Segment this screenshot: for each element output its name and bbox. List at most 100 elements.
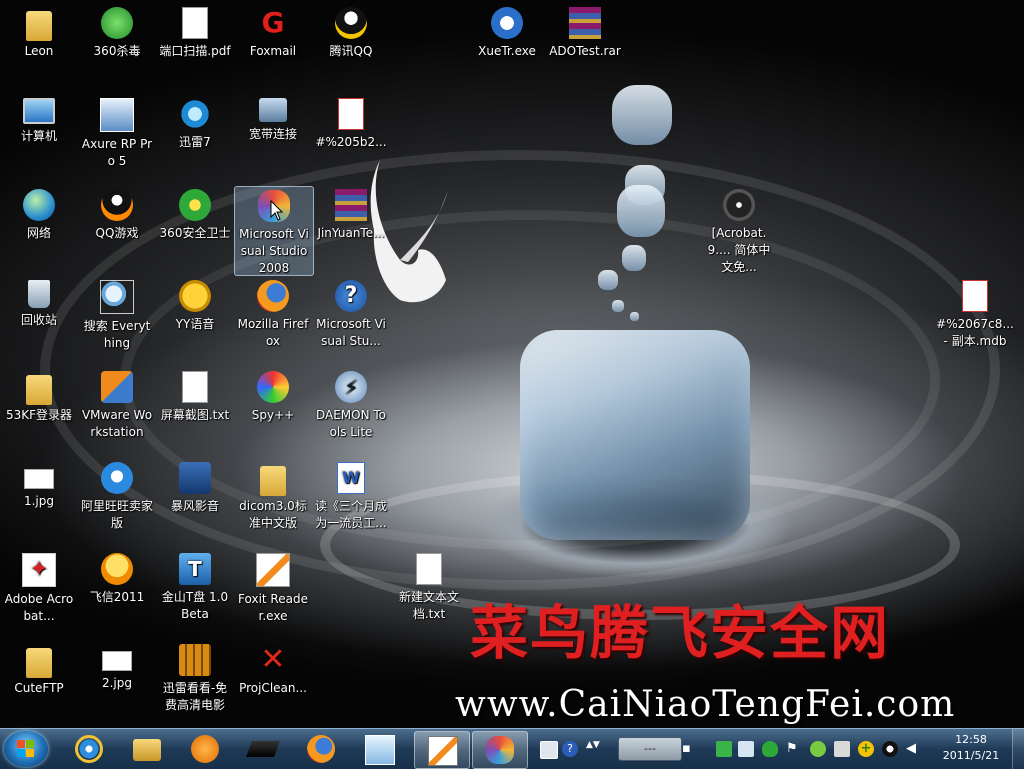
folder-icon bbox=[23, 371, 55, 405]
desktop-icon-port-scan-pdf[interactable]: 端口扫描.pdf bbox=[156, 4, 234, 90]
yy-tray-icon[interactable] bbox=[834, 741, 850, 757]
icon-label: [Acrobat.9.... 简体中文免... bbox=[707, 226, 771, 274]
clock-time: 12:58 bbox=[955, 733, 987, 746]
firefox-icon bbox=[257, 280, 289, 312]
icon-label: JinYuanTe... bbox=[317, 226, 385, 240]
desktop-icon-cuteftp[interactable]: CuteFTP bbox=[0, 641, 78, 727]
desktop-icon-adotest-rar[interactable]: ADOTest.rar bbox=[546, 4, 624, 90]
power-plug-icon[interactable]: ▪ bbox=[682, 741, 698, 757]
battery-indicator[interactable]: --- bbox=[618, 737, 682, 761]
plus-tray-icon[interactable]: + bbox=[858, 741, 874, 757]
wallpaper-ice-drop bbox=[612, 300, 624, 312]
network-tray-icon[interactable] bbox=[716, 741, 732, 757]
desktop-icon-word-doc[interactable]: W 读《三个月成为一流员工... bbox=[312, 459, 390, 545]
desktop-icon-mdb-copy[interactable]: #%2067c8... - 副本.mdb bbox=[934, 277, 1016, 363]
desktop-icon-leon[interactable]: Leon bbox=[0, 4, 78, 90]
show-desktop-button[interactable] bbox=[1012, 729, 1024, 769]
desktop-icon-screenshot-txt[interactable]: 屏幕截图.txt bbox=[156, 368, 234, 454]
desktop-icon-computer[interactable]: 计算机 bbox=[0, 95, 78, 181]
axure-icon bbox=[100, 98, 134, 132]
desktop-icon-tencent-qq[interactable]: 腾讯QQ bbox=[312, 4, 390, 90]
wallpaper-ice-drop bbox=[612, 85, 672, 145]
taskbar-button-visual-studio[interactable] bbox=[472, 731, 528, 769]
desktop-icon-fetion[interactable]: 飞信2011 bbox=[78, 550, 156, 636]
icon-label: 360安全卫士 bbox=[159, 226, 231, 240]
desktop-icon-axure[interactable]: Axure RP Pro 5 bbox=[78, 95, 156, 181]
desktop-icon-thunder7[interactable]: 迅雷7 bbox=[156, 95, 234, 181]
qq-game-icon bbox=[101, 189, 133, 221]
visual-studio-icon bbox=[486, 736, 514, 764]
wallpaper-ice-drop bbox=[630, 312, 639, 321]
image-file-icon bbox=[24, 469, 54, 489]
desktop-icon-vmware[interactable]: VMware Workstation bbox=[78, 368, 156, 454]
icon-label: YY语音 bbox=[175, 317, 215, 331]
desktop-icon-recycle-bin[interactable]: 回收站 bbox=[0, 277, 78, 363]
taskbar-button-laptop[interactable] bbox=[236, 731, 290, 767]
desktop-icon-daemon-tools[interactable]: ⚡ DAEMON Tools Lite bbox=[312, 368, 390, 454]
taskbar-button-foxit[interactable] bbox=[414, 731, 470, 769]
tray-pdf-icon[interactable] bbox=[540, 741, 558, 759]
tdisk-icon: T bbox=[179, 553, 211, 585]
volume-icon[interactable]: ◀ bbox=[906, 741, 922, 757]
icon-label: 端口扫描.pdf bbox=[159, 44, 231, 58]
desktop-icon-new-text-doc[interactable]: 新建文本文档.txt bbox=[390, 550, 468, 636]
desktop-icon-everything[interactable]: 搜索 Everything bbox=[78, 277, 156, 363]
desktop-icon-adobe-acrobat[interactable]: ✦ Adobe Acrobat... bbox=[0, 550, 78, 636]
fetion-icon bbox=[101, 553, 133, 585]
taskbar-button-explorer[interactable] bbox=[120, 731, 174, 767]
wallpaper-ice-drop bbox=[598, 270, 618, 290]
desktop-icon-360-antivirus[interactable]: 360杀毒 bbox=[78, 4, 156, 90]
security-tray-icon[interactable] bbox=[810, 741, 826, 757]
desktop-icon-xunlei-kankan[interactable]: 迅雷看看-免费高清电影 bbox=[156, 641, 234, 727]
desktop-icon-1-jpg[interactable]: 1.jpg bbox=[0, 459, 78, 545]
icon-label: 迅雷7 bbox=[179, 135, 211, 149]
desktop-icon-360-safe[interactable]: 360安全卫士 bbox=[156, 186, 234, 272]
icon-label: Mozilla Firefox bbox=[237, 317, 309, 348]
clock[interactable]: 12:58 2011/5/21 bbox=[936, 732, 1006, 764]
flag-tray-icon[interactable]: ⚑ bbox=[786, 741, 802, 757]
desktop-icon-aliwangwang[interactable]: 阿里旺旺卖家版 bbox=[78, 459, 156, 545]
desktop-icon-projclean[interactable]: ✕ ProjClean... bbox=[234, 641, 312, 727]
desktop-icon-network[interactable]: 网络 bbox=[0, 186, 78, 272]
start-button[interactable] bbox=[4, 731, 48, 767]
network-connection-icon bbox=[259, 98, 287, 122]
desktop-icon-broadband[interactable]: 宽带连接 bbox=[234, 95, 312, 181]
desktop-icon-qq-game[interactable]: QQ游戏 bbox=[78, 186, 156, 272]
desktop-icon-firefox[interactable]: Mozilla Firefox bbox=[234, 277, 312, 363]
video-player-icon bbox=[179, 462, 211, 494]
help-icon[interactable]: ? bbox=[562, 741, 578, 757]
icon-label: CuteFTP bbox=[14, 681, 64, 695]
desktop-icon-yy-voice[interactable]: YY语音 bbox=[156, 277, 234, 363]
icon-label: #%205b2... bbox=[315, 135, 387, 149]
desktop-icon-foxit-reader[interactable]: Foxit Reader.exe bbox=[234, 550, 312, 636]
desktop-icon-jinyuante[interactable]: JinYuanTe... bbox=[312, 186, 390, 272]
desktop-icon-spy[interactable]: Spy++ bbox=[234, 368, 312, 454]
icon-label: DAEMON Tools Lite bbox=[315, 408, 387, 439]
shield-tray-icon[interactable] bbox=[762, 741, 778, 757]
desktop-icon-acrobat9[interactable]: [Acrobat.9.... 简体中文免... bbox=[700, 186, 778, 274]
qq-tray-icon[interactable] bbox=[882, 741, 898, 757]
tray-arrows-icon[interactable]: ▲▼ bbox=[586, 741, 600, 757]
icon-label: 暴风影音 bbox=[170, 499, 219, 513]
desktop-icon-baofeng[interactable]: 暴风影音 bbox=[156, 459, 234, 545]
taskbar-button-firefox[interactable] bbox=[294, 731, 348, 767]
desktop-icon-kingsoft-tdisk[interactable]: T 金山T盘 1.0Beta bbox=[156, 550, 234, 636]
icon-label: ADOTest.rar bbox=[549, 44, 621, 58]
monitor-tray-icon[interactable] bbox=[738, 741, 754, 757]
help-icon: ? bbox=[335, 280, 367, 312]
desktop-icon-doc-205b2[interactable]: #%205b2... bbox=[312, 95, 390, 181]
desktop-icon-dicom[interactable]: dicom3.0标准中文版 bbox=[234, 459, 312, 545]
pdf-document-icon bbox=[959, 280, 991, 312]
icon-label: Adobe Acrobat... bbox=[4, 592, 74, 623]
desktop-icon-2-jpg[interactable]: 2.jpg bbox=[78, 641, 156, 727]
word-document-icon: W bbox=[337, 462, 365, 494]
desktop-icon-53kf[interactable]: 53KF登录器 bbox=[0, 368, 78, 454]
taskbar-button-ie[interactable] bbox=[62, 731, 116, 767]
taskbar-button-notepad[interactable] bbox=[352, 731, 406, 767]
yy-bear-icon bbox=[179, 280, 211, 312]
desktop-icon-visual-studio-help[interactable]: ? Microsoft Visual Stu... bbox=[312, 277, 390, 363]
folder-icon bbox=[23, 644, 55, 678]
taskbar-button-media-player[interactable] bbox=[178, 731, 232, 767]
desktop-icon-xuetr[interactable]: XueTr.exe bbox=[468, 4, 546, 90]
desktop-icon-foxmail[interactable]: G Foxmail bbox=[234, 4, 312, 90]
